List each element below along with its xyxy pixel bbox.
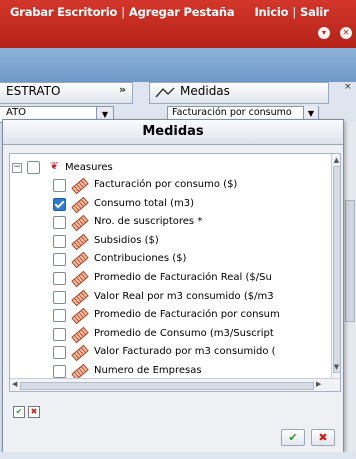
scroll-left-icon[interactable]: ◀ [12,380,17,388]
measure-label: Subsidios ($) [94,234,159,246]
bottom-row-background [0,452,356,459]
scroll-thumb[interactable] [333,166,340,373]
tree-item-row[interactable]: Consumo total (m3) [10,196,330,214]
dialog-title: Medidas [142,124,204,139]
measure-checkbox[interactable] [53,290,66,304]
tree-item-row[interactable]: Subsidios ($) [10,233,330,251]
close-icon[interactable]: ✕ [340,27,352,39]
toolbar-area [0,48,356,82]
tree-item-row[interactable]: Nro. de suscriptores * [10,214,330,232]
measure-checkbox[interactable] [53,272,66,285]
measure-checkbox[interactable] [53,346,66,360]
close-icon[interactable]: × [344,82,352,92]
ruler-icon [71,345,89,362]
scroll-right-icon[interactable]: ▶ [316,380,321,388]
ok-button[interactable]: ✔ [281,429,305,446]
top-banner: Grabar Escritorio | Agregar Pestaña Inicio |… [0,0,356,48]
measure-label: Promedio de Consumo (m3/Suscript [94,327,274,339]
measure-label: Contribuciones ($) [94,253,187,265]
ruler-icon [71,233,89,251]
link-agregar-pestana[interactable]: Agregar Pestaña [129,5,235,19]
chevron-down-icon[interactable]: ▾ [318,27,330,39]
measure-checkbox[interactable] [53,216,66,230]
measure-checkbox[interactable] [53,309,66,323]
link-separator: | [292,5,296,19]
medidas-panel-title: Medidas [180,84,230,98]
ruler-icon [71,196,89,213]
measure-checkbox[interactable] [53,234,66,248]
tree-item-row[interactable]: Valor Real por m3 consumido ($/m3 [10,289,330,307]
measure-label: Numero de Empresas [94,365,202,376]
top-links: Grabar Escritorio | Agregar Pestaña Inicio |… [10,5,329,19]
tree-item-row[interactable]: Promedio de Facturación por consum [10,307,330,325]
ruler-icon [71,307,89,325]
measure-label: Valor Real por m3 consumido ($/m3 [94,290,274,302]
tree-vertical-scrollbar[interactable]: ▲ ▼ [331,154,340,378]
measure-checkbox[interactable] [53,365,66,378]
tree-item-row[interactable]: Facturación por consumo ($) [10,177,330,195]
ruler-icon [71,177,89,195]
scroll-thumb[interactable] [20,382,314,390]
measure-checkbox[interactable] [53,253,66,267]
measure-label: Valor Facturado por m3 consumido ( [94,346,276,358]
ruler-icon [71,214,89,232]
line-chart-icon [155,87,175,98]
link-salir[interactable]: Salir [300,5,329,19]
dialog-header: Medidas [3,120,343,145]
background-scroll-thumb [345,200,355,322]
collapse-toggle-icon[interactable]: − [12,163,22,173]
measures-tree: − ❦ Measures Facturación por consumo ($)… [9,153,341,392]
ruler-icon [71,326,89,344]
estrato-panel-title: ESTRATO [6,84,61,98]
measure-label: Promedio de Facturación por consum [94,309,280,321]
measure-label: Consumo total (m3) [94,197,194,209]
root-checkbox[interactable] [27,161,40,174]
link-grabar-escritorio[interactable]: Grabar Escritorio [10,5,117,19]
clear-all-icon[interactable]: ✖ [28,406,40,418]
measure-label: Promedio de Facturación Real ($/Su [94,272,272,283]
estrato-select-value: ATO [6,107,27,118]
ruler-icon [71,270,89,288]
medidas-select-value: Facturación por consumo [172,107,292,118]
tree-root-row: − ❦ Measures [10,159,330,177]
cancel-button[interactable]: ✖ [311,429,335,446]
tree-root-label: Measures [65,162,113,173]
link-separator: | [121,5,125,19]
scroll-down-icon[interactable]: ▼ [332,363,340,371]
ruler-icon [71,289,89,306]
collapse-icon[interactable]: » [119,83,126,96]
medidas-panel-header [149,82,329,104]
scroll-up-icon[interactable]: ▲ [332,156,340,164]
link-inicio[interactable]: Inicio [254,5,288,19]
tree-item-row[interactable]: Contribuciones ($) [10,251,330,269]
tree-item-row[interactable]: Valor Facturado por m3 consumido ( [10,344,330,362]
select-all-icon[interactable]: ✔ [13,406,25,418]
measure-checkbox[interactable] [53,327,66,341]
tree-item-row[interactable]: Promedio de Consumo (m3/Suscript [10,326,330,344]
tree-item-row[interactable]: Promedio de Facturación Real ($/Su [10,270,330,288]
medidas-dialog: Medidas − ❦ Measures Facturación por con… [2,119,344,453]
tree-horizontal-scrollbar[interactable]: ◀ ▶ [10,378,340,391]
measure-label: Facturación por consumo ($) [94,179,238,190]
ruler-icon [71,252,89,269]
measure-checkbox[interactable] [53,179,66,192]
measure-label: Nro. de suscriptores * [94,216,203,228]
measures-root-icon: ❦ [50,161,59,172]
measure-checkbox[interactable] [53,197,66,211]
